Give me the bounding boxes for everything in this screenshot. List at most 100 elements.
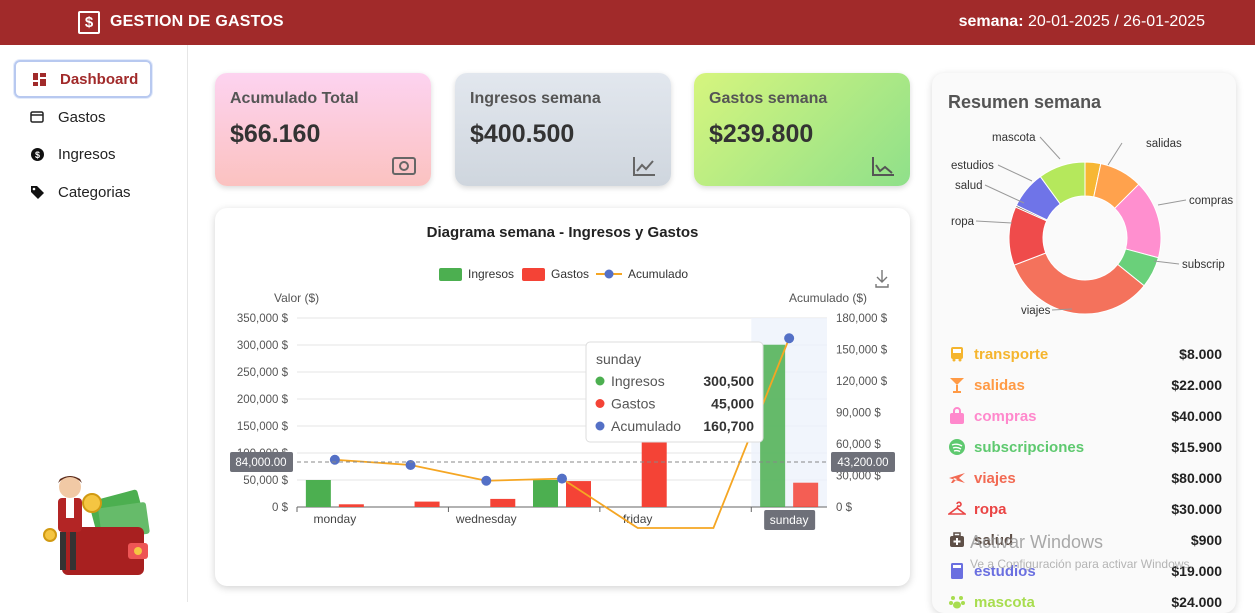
y-tick-label: 200,000 $ bbox=[237, 394, 289, 406]
sidebar: Dashboard Gastos $ Ingresos Categorias bbox=[0, 45, 188, 602]
y-tick-label: 0 $ bbox=[272, 502, 289, 514]
plane-icon bbox=[948, 469, 966, 487]
sidebar-item-ingresos[interactable]: $ Ingresos bbox=[14, 135, 152, 173]
week-range: semana: 20-01-2025 / 26-01-2025 bbox=[959, 13, 1205, 31]
donut-label: compras bbox=[1189, 195, 1233, 207]
shopping-bag-icon bbox=[948, 407, 966, 425]
y-tick-label: 350,000 $ bbox=[237, 313, 289, 325]
donut-label: salidas bbox=[1146, 138, 1182, 150]
bar-gastos[interactable] bbox=[793, 482, 819, 507]
donut-label: estudios bbox=[951, 160, 994, 172]
donut-label: salud bbox=[955, 180, 983, 192]
category-row-viajes[interactable]: viajes $80.000 bbox=[948, 466, 1222, 490]
x-tick-label: monday bbox=[314, 512, 357, 526]
tag-icon bbox=[30, 185, 44, 199]
bus-icon bbox=[948, 345, 966, 363]
legend-swatch bbox=[439, 268, 462, 281]
week-label: semana: bbox=[958, 13, 1024, 30]
bar-gastos[interactable] bbox=[414, 501, 440, 507]
y2-tick-label: 60,000 $ bbox=[836, 439, 881, 451]
donut-leader-line bbox=[997, 164, 1033, 182]
category-donut-chart[interactable]: mascota salidas estudios salud compras ropa su… bbox=[932, 113, 1236, 373]
weekly-chart[interactable]: Ingresos Gastos Acumulado Valor ($) Acumulad… bbox=[215, 208, 910, 586]
category-row-salidas[interactable]: salidas $22.000 bbox=[948, 373, 1222, 397]
bar-gastos[interactable] bbox=[641, 442, 667, 507]
donut-leader-line bbox=[1153, 260, 1180, 265]
card-gastos-semana: Gastos semana $239.800 bbox=[694, 73, 910, 186]
point-acumulado[interactable] bbox=[784, 333, 795, 344]
cocktail-icon bbox=[948, 376, 966, 394]
hanger-icon bbox=[948, 500, 966, 518]
sidebar-item-gastos[interactable]: Gastos bbox=[14, 98, 152, 136]
windows-activation-watermark: Activar Windows bbox=[970, 532, 1104, 552]
y-tick-label: 250,000 $ bbox=[237, 367, 289, 379]
y-tick-label: 50,000 $ bbox=[243, 475, 288, 487]
crosshair-left-label: 84,000.00 bbox=[235, 457, 286, 469]
book-icon bbox=[948, 562, 966, 580]
money-icon bbox=[392, 157, 416, 175]
spotify-icon bbox=[948, 438, 966, 456]
point-acumulado[interactable] bbox=[557, 473, 567, 484]
category-row-ropa[interactable]: ropa $30.000 bbox=[948, 497, 1222, 521]
paw-icon bbox=[948, 593, 966, 611]
trend-icon bbox=[633, 157, 655, 176]
resumen-title: Resumen semana bbox=[948, 92, 1102, 112]
bar-gastos[interactable] bbox=[338, 504, 364, 507]
sidebar-item-label: Categorias bbox=[58, 183, 131, 201]
point-acumulado[interactable] bbox=[481, 475, 492, 486]
sidebar-item-categorias[interactable]: Categorias bbox=[14, 173, 152, 211]
tooltip-series-name: Acumulado bbox=[611, 418, 681, 434]
category-name: subscripciones bbox=[974, 438, 1085, 456]
category-amount: $30.000 bbox=[1171, 501, 1222, 517]
bar-gastos[interactable] bbox=[490, 498, 516, 507]
point-acumulado[interactable] bbox=[329, 454, 340, 465]
category-amount: $40.000 bbox=[1171, 408, 1222, 424]
dollar-coin-icon: $ bbox=[30, 147, 44, 161]
medkit-icon bbox=[948, 531, 966, 549]
card-value: $239.800 bbox=[709, 120, 814, 148]
tooltip-title: sunday bbox=[596, 351, 641, 367]
sidebar-item-dashboard[interactable]: Dashboard bbox=[14, 60, 152, 98]
legend-marker bbox=[604, 269, 614, 279]
legend-label: Ingresos bbox=[468, 267, 514, 281]
legend-item-acumulado[interactable]: Acumulado bbox=[596, 267, 688, 281]
y2-tick-label: 180,000 $ bbox=[836, 313, 888, 325]
y2-axis-label: Acumulado ($) bbox=[789, 291, 867, 305]
bar-ingresos[interactable] bbox=[533, 480, 558, 507]
week-dates: 20-01-2025 / 26-01-2025 bbox=[1027, 13, 1205, 30]
tooltip-marker bbox=[595, 399, 605, 408]
tooltip-series-name: Gastos bbox=[611, 396, 655, 412]
donut-label: ropa bbox=[951, 216, 975, 228]
tooltip-marker bbox=[595, 421, 605, 431]
sidebar-item-label: Dashboard bbox=[60, 70, 139, 88]
donut-leader-line bbox=[984, 184, 1025, 204]
category-name: transporte bbox=[974, 345, 1049, 363]
card-value: $400.500 bbox=[470, 120, 575, 148]
legend-item-gastos[interactable]: Gastos bbox=[522, 267, 589, 281]
mascot-illustration bbox=[43, 476, 150, 575]
category-row-subscripciones[interactable]: subscripciones $15.900 bbox=[948, 435, 1222, 459]
category-amount: $22.000 bbox=[1171, 377, 1222, 393]
category-row-compras[interactable]: compras $40.000 bbox=[948, 404, 1222, 428]
x-tick-label: friday bbox=[623, 512, 652, 526]
legend-item-ingresos[interactable]: Ingresos bbox=[439, 267, 514, 281]
category-row-transporte[interactable]: transporte $8.000 bbox=[948, 342, 1222, 366]
category-amount: $80.000 bbox=[1171, 470, 1222, 486]
y-tick-label: 300,000 $ bbox=[237, 340, 289, 352]
bar-ingresos[interactable] bbox=[305, 480, 331, 507]
top-bar: $ GESTION DE GASTOS semana: 20-01-2025 /… bbox=[0, 0, 1255, 45]
legend-swatch bbox=[522, 268, 545, 281]
y-tick-label: 150,000 $ bbox=[237, 421, 289, 433]
card-ingresos-semana: Ingresos semana $400.500 bbox=[455, 73, 671, 186]
wallet-icon bbox=[30, 110, 44, 124]
bar-ingresos[interactable] bbox=[760, 344, 786, 507]
app-title: GESTION DE GASTOS bbox=[110, 13, 284, 30]
svg-text:$: $ bbox=[34, 150, 39, 160]
card-label: Acumulado Total bbox=[230, 90, 359, 107]
y2-tick-label: 150,000 $ bbox=[836, 345, 888, 357]
donut-leader-line bbox=[1039, 136, 1061, 160]
category-name: compras bbox=[974, 407, 1037, 425]
download-icon[interactable] bbox=[875, 270, 889, 288]
y2-tick-label: 30,000 $ bbox=[836, 471, 881, 483]
y-axis-label: Valor ($) bbox=[274, 291, 319, 305]
